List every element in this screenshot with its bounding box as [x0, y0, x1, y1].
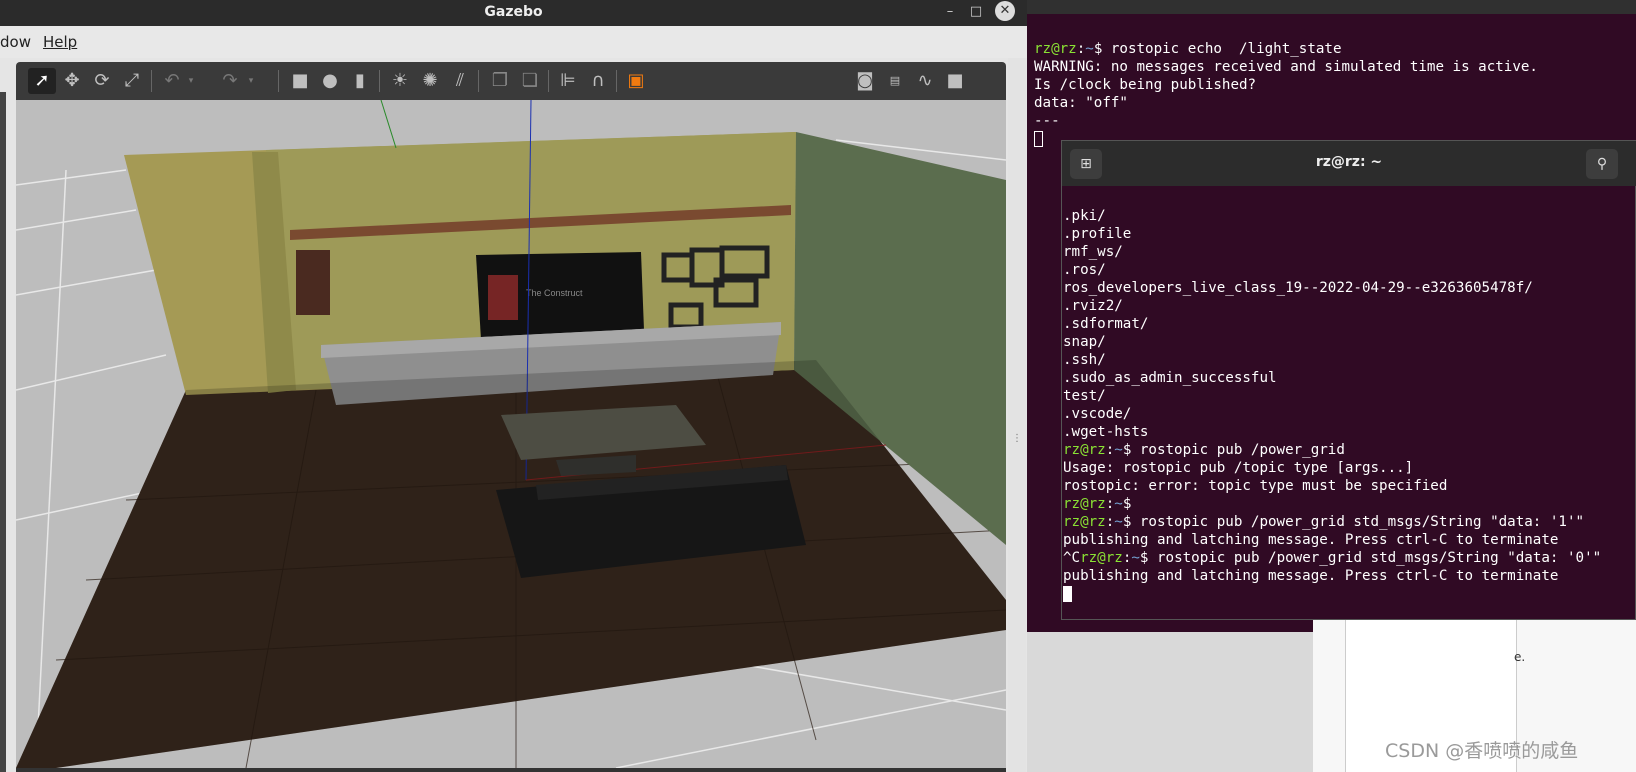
terminal-line: .pki/: [1063, 208, 1106, 224]
prompt-user: rz@rz: [1063, 442, 1106, 458]
snap-magnet-icon[interactable]: ∩: [584, 68, 612, 94]
menu-help[interactable]: Help: [43, 33, 77, 51]
terminal-line: ---: [1034, 113, 1060, 129]
terminal-line: Usage: rostopic pub /topic type [args...…: [1063, 460, 1414, 476]
undo-icon[interactable]: ↶: [158, 68, 186, 94]
toolbar-separator: [151, 70, 152, 92]
terminal-line: rz@rz:~$ rostopic pub /power_grid std_ms…: [1063, 514, 1585, 530]
record-video-icon[interactable]: ■: [941, 68, 969, 94]
terminal-line: rz@rz:~$: [1063, 496, 1132, 512]
prompt-user: rz@rz: [1063, 496, 1106, 512]
terminal-title: rz@rz: ~: [1315, 154, 1383, 170]
screenshot-icon[interactable]: ◙: [851, 68, 879, 94]
gazebo-3d-viewport[interactable]: The Construct: [16, 100, 1006, 768]
toolbar-separator: [616, 70, 617, 92]
terminal-line: .profile: [1063, 226, 1132, 242]
terminal-line: rz@rz:~$ rostopic pub /power_grid: [1063, 442, 1345, 458]
plot-icon[interactable]: ∿: [911, 68, 939, 94]
cylinder-icon[interactable]: ▮: [346, 68, 374, 94]
terminal-line: data: "off": [1034, 95, 1128, 111]
prompt-prefix: ^C: [1063, 550, 1081, 566]
scene-render: The Construct: [16, 100, 1006, 768]
gazebo-menu-bar: dow Help: [0, 26, 1027, 58]
select-arrow-icon[interactable]: ➚: [28, 68, 56, 94]
prompt-user: rz@rz: [1080, 550, 1123, 566]
prompt-path: ~: [1114, 514, 1123, 530]
toolbar-separator: [379, 70, 380, 92]
terminal-back-header: [1027, 0, 1636, 14]
terminal-line: .rviz2/: [1063, 298, 1123, 314]
redo-icon[interactable]: ↷: [216, 68, 244, 94]
copy-icon[interactable]: ❐: [486, 68, 514, 94]
terminal-line: test/: [1063, 388, 1106, 404]
gazebo-toolbar: ➚ ✥ ⟳ ⤢ ↶ ▾ ↷ ▾ ■ ● ▮ ☀ ✺ ⫽ ❐ ❏ ⊫ ∩ ▣ ◙ …: [16, 62, 1006, 100]
watermark: CSDN @香喷喷的咸鱼: [1385, 740, 1579, 762]
paste-icon[interactable]: ❏: [516, 68, 544, 94]
spot-light-icon[interactable]: ✺: [416, 68, 444, 94]
prompt-user: rz@rz: [1063, 514, 1106, 530]
search-icon[interactable]: ⚲: [1586, 149, 1618, 179]
prompt-path: ~: [1114, 442, 1123, 458]
toolbar-separator: [548, 70, 549, 92]
terminal-line: .ssh/: [1063, 352, 1106, 368]
terminal-line: publishing and latching message. Press c…: [1063, 532, 1559, 548]
translate-icon[interactable]: ✥: [58, 68, 86, 94]
terminal-line: rz@rz:~$ rostopic echo /light_state: [1034, 41, 1342, 57]
terminal-line: publishing and latching message. Press c…: [1063, 568, 1559, 584]
terminal-line: Is /clock being published?: [1034, 77, 1257, 93]
gazebo-splitter[interactable]: ⋮: [1008, 58, 1026, 772]
tv-logo: [488, 275, 518, 320]
terminal-line: WARNING: no messages received and simula…: [1034, 59, 1538, 75]
splitter-handle-icon[interactable]: ⋮: [1012, 433, 1022, 444]
prompt-path: ~: [1085, 41, 1094, 57]
terminal-front-header[interactable]: ⊞ rz@rz: ~ ⚲: [1062, 141, 1636, 186]
prompt-path: ~: [1114, 496, 1123, 512]
terminal-line: ^Crz@rz:~$ rostopic pub /power_grid std_…: [1063, 550, 1602, 566]
sphere-icon[interactable]: ●: [316, 68, 344, 94]
terminal-line: ros_developers_live_class_19--2022-04-29…: [1063, 280, 1533, 296]
terminal-front-output: .pki/ .profile rmf_ws/ .ros/ros_developers_…: [1063, 189, 1601, 621]
align-icon[interactable]: ⊫: [554, 68, 582, 94]
prompt-path: ~: [1131, 550, 1140, 566]
close-icon[interactable]: ✕: [995, 1, 1015, 21]
prompt-command: $ rostopic echo /light_state: [1093, 41, 1342, 57]
minimize-icon[interactable]: –: [938, 0, 962, 24]
terminal-line: rmf_ws/: [1063, 244, 1123, 260]
undo-dropdown-icon[interactable]: ▾: [184, 68, 198, 94]
terminal-line: snap/: [1063, 334, 1106, 350]
prompt-command: $ rostopic pub /power_grid: [1122, 442, 1345, 458]
wall-cabinet: [296, 250, 330, 315]
left-panel-edge[interactable]: [0, 92, 6, 772]
log-icon[interactable]: ▤: [881, 68, 909, 94]
terminal-line: .vscode/: [1063, 406, 1132, 422]
terminal-line: .wget-hsts: [1063, 424, 1149, 440]
terminal-line: .sudo_as_admin_successful: [1063, 370, 1277, 386]
tv-text: The Construct: [526, 288, 583, 298]
maximize-icon[interactable]: □: [964, 0, 988, 24]
prompt-command: $: [1122, 496, 1132, 512]
terminal-line: .sdformat/: [1063, 316, 1149, 332]
box-icon[interactable]: ■: [286, 68, 314, 94]
text-cursor: [1034, 131, 1043, 147]
toolbar-separator: [278, 70, 279, 92]
redo-dropdown-icon[interactable]: ▾: [244, 68, 258, 94]
gazebo-window-title: Gazebo: [484, 4, 543, 20]
prompt-user: rz@rz: [1034, 41, 1077, 57]
prompt-command: $ rostopic pub /power_grid std_msgs/Stri…: [1139, 550, 1602, 566]
gazebo-title-bar[interactable]: Gazebo – □ ✕: [0, 0, 1027, 26]
scale-icon[interactable]: ⤢: [118, 68, 146, 94]
terminal-line: rostopic: error: topic type must be spec…: [1063, 478, 1448, 494]
text-cursor: [1063, 586, 1072, 602]
prompt-command: $ rostopic pub /power_grid std_msgs/Stri…: [1122, 514, 1585, 530]
directional-light-icon[interactable]: ⫽: [446, 68, 474, 94]
terminal-line: [1063, 585, 1601, 603]
rotate-icon[interactable]: ⟳: [88, 68, 116, 94]
menu-window[interactable]: dow: [0, 33, 31, 51]
toolbar-separator: [478, 70, 479, 92]
terminal-line: .ros/: [1063, 262, 1106, 278]
point-light-icon[interactable]: ☀: [386, 68, 414, 94]
view-angle-icon[interactable]: ▣: [622, 68, 650, 94]
viewport-bottom-edge: [16, 768, 1006, 772]
doc-fragment: e.: [1514, 650, 1526, 664]
